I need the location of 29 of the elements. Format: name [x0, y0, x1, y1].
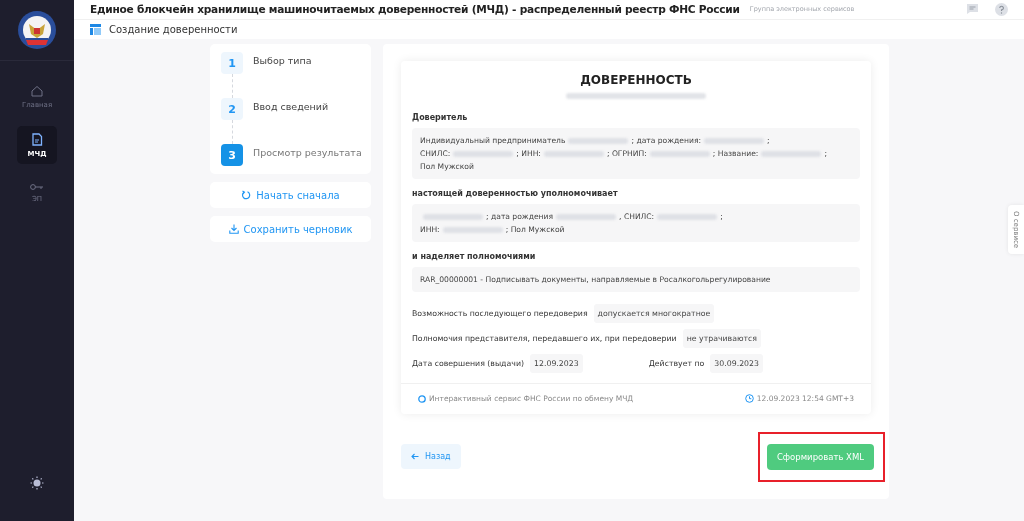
key-icon: [30, 183, 44, 191]
app-title: Единое блокчейн хранилище машиночитаемых доверенностей (МЧД) - распределенный реестр ФНС России: [90, 3, 740, 16]
back-button[interactable]: Назад: [401, 444, 461, 469]
step-label[interactable]: Просмотр результата: [253, 144, 362, 166]
step-label[interactable]: Выбор типа: [253, 52, 312, 98]
step-number: 3: [221, 144, 243, 166]
download-icon: [228, 224, 239, 234]
document-title: ДОВЕРЕННОСТЬ: [579, 73, 693, 87]
emblem-logo: [17, 10, 57, 50]
page-title: Создание доверенности: [109, 23, 238, 35]
restart-icon: [241, 190, 252, 200]
circle-icon: [418, 394, 426, 403]
help-icon[interactable]: [995, 2, 1008, 16]
section-heading: Доверитель: [412, 113, 469, 122]
sun-icon[interactable]: [30, 476, 44, 490]
clock-icon: [744, 394, 754, 403]
form-icon: [90, 23, 101, 35]
home-icon: [31, 85, 43, 97]
section-heading: и наделяет полномочиями: [412, 252, 537, 261]
document-icon: [31, 132, 43, 146]
step-number: 1: [221, 52, 243, 74]
generate-xml-button[interactable]: Сформировать XML: [766, 444, 874, 470]
side-button[interactable]: Начать сначала: [210, 182, 371, 208]
step-number: 2: [221, 98, 243, 120]
section-heading: настоящей доверенностью уполномочивает: [412, 189, 619, 198]
arrow-left-icon: [411, 453, 419, 460]
chat-icon[interactable]: [966, 3, 979, 16]
side-button[interactable]: Сохранить черновик: [210, 216, 371, 242]
step-label[interactable]: Ввод сведений: [253, 98, 329, 144]
